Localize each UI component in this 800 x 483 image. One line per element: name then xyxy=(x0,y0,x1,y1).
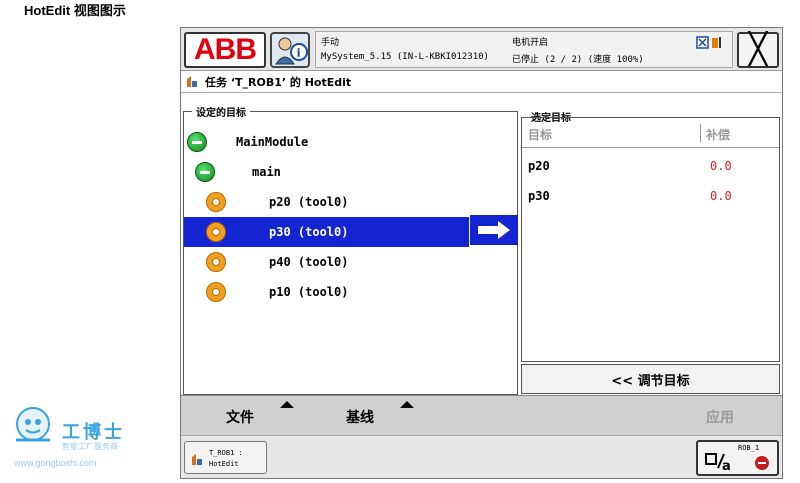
baseline-menu[interactable]: 基线 xyxy=(346,407,374,427)
view-title: 任务 ‘T_ROB1’ 的 HotEdit xyxy=(205,75,352,89)
status-panel[interactable]: 手动 MySystem_5.15 (IN-L-KBKI012310) 电机开启 … xyxy=(315,31,733,68)
selected-target-offset: 0.0 xyxy=(710,159,732,173)
svg-text:a: a xyxy=(722,459,731,472)
collapse-icon[interactable] xyxy=(195,162,215,182)
tree-node-label: p20 (tool0) xyxy=(269,195,349,209)
quickset-button[interactable]: ROB_1 a xyxy=(696,440,779,476)
taskbar: T_ROB1 : HotEdit ROB_1 a xyxy=(181,435,782,478)
menu-up-icon xyxy=(400,401,414,408)
tree-node-target[interactable]: p10 (tool0) xyxy=(184,278,469,306)
quickset-icons xyxy=(696,36,721,49)
tune-targets-button[interactable]: << 调节目标 xyxy=(521,364,780,394)
target-icon xyxy=(206,192,226,212)
programmed-targets-pane: 设定的目标 MainModule main p20 (tool0) p30 (t… xyxy=(183,104,518,395)
selected-target-name: p20 xyxy=(528,159,550,173)
operator-window-button[interactable]: i xyxy=(270,32,310,68)
task-line2: HotEdit xyxy=(209,460,239,468)
watermark-subtitle: 智能工厂服务商 xyxy=(62,442,118,451)
view-titlebar: 任务 ‘T_ROB1’ 的 HotEdit xyxy=(181,71,782,93)
operator-info-icon: i xyxy=(275,37,308,65)
tree-node-label: main xyxy=(252,165,281,179)
selected-target-name: p30 xyxy=(528,189,550,203)
command-bar: 文件 基线 应用 xyxy=(181,395,782,435)
tree-node-target[interactable]: p20 (tool0) xyxy=(184,188,469,216)
top-bar: ABB i 手动 MySystem_5.15 (IN-L-KBKI012310)… xyxy=(181,28,782,71)
selected-target-offset: 0.0 xyxy=(710,189,732,203)
column-target: 目标 xyxy=(528,128,553,142)
svg-text:i: i xyxy=(297,47,301,60)
close-button[interactable]: ╳ xyxy=(737,32,779,68)
menu-up-icon xyxy=(280,401,294,408)
tree-node-label: p30 (tool0) xyxy=(269,225,349,239)
collapse-icon[interactable] xyxy=(187,132,207,152)
tree-node-label: p40 (tool0) xyxy=(269,255,349,269)
add-target-button[interactable] xyxy=(470,215,518,245)
watermark-url: www.gongboshi.com xyxy=(14,458,97,468)
selected-targets-pane: 目标 补偿 p20 0.0 p30 0.0 xyxy=(521,117,780,362)
tree-node-mainmodule[interactable]: MainModule xyxy=(184,128,469,156)
selected-targets-header: 目标 补偿 xyxy=(522,118,779,148)
status-motors: 电机开启 xyxy=(512,38,549,48)
status-system: MySystem_5.15 (IN-L-KBKI012310) xyxy=(321,52,489,62)
target-icon xyxy=(206,222,226,242)
status-mode: 手动 xyxy=(321,38,340,48)
tree-node-label: MainModule xyxy=(236,135,309,149)
programmed-targets-label: 设定的目标 xyxy=(192,104,250,119)
abb-menu-button[interactable]: ABB xyxy=(184,32,266,68)
tree-node-target-selected[interactable]: p30 (tool0) xyxy=(184,217,469,247)
selected-target-row[interactable]: p20 0.0 xyxy=(522,152,779,180)
tree-node-target[interactable]: p40 (tool0) xyxy=(184,248,469,276)
mechanical-unit-icon: a xyxy=(705,453,769,472)
target-icon xyxy=(206,282,226,302)
flexpendant-window: ABB i 手动 MySystem_5.15 (IN-L-KBKI012310)… xyxy=(180,27,783,479)
gongboshi-logo xyxy=(16,407,50,442)
column-divider xyxy=(700,124,701,142)
selected-target-row[interactable]: p30 0.0 xyxy=(522,182,779,210)
file-menu[interactable]: 文件 xyxy=(226,407,254,427)
page-heading: HotEdit 视图图示 xyxy=(24,3,126,18)
hotedit-app-icon xyxy=(187,76,197,87)
status-state: 已停止 (2 / 2) (速度 100%) xyxy=(512,55,644,65)
hotedit-app-icon xyxy=(192,454,202,465)
arrow-right-icon xyxy=(478,221,510,239)
tree-node-label: p10 (tool0) xyxy=(269,285,349,299)
task-line1: T_ROB1 : xyxy=(209,449,243,457)
task-hotedit-button[interactable]: T_ROB1 : HotEdit xyxy=(184,441,267,474)
column-offset: 补偿 xyxy=(706,128,731,142)
apply-button[interactable]: 应用 xyxy=(706,407,734,427)
target-icon xyxy=(206,252,226,272)
tree-node-main[interactable]: main xyxy=(184,158,469,186)
